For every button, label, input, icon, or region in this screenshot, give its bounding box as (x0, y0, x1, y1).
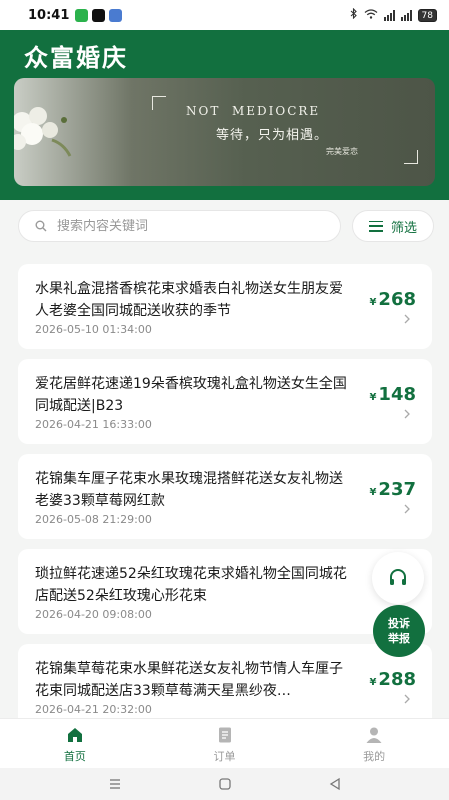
price-value: 148 (378, 384, 416, 405)
product-card[interactable]: 花锦集车厘子花束水果玫瑰混搭鲜花送女友礼物送老婆33颗草莓网红款 2026-05… (18, 454, 432, 539)
battery-indicator: 78 (417, 8, 437, 22)
product-price: ¥288 (369, 669, 416, 690)
tab-home[interactable]: 首页 (0, 719, 150, 768)
product-title: 爱花居鲜花速递19朵香槟玫瑰礼盒礼物送女生全国同城配送|B23 (35, 376, 347, 414)
banner-chinese-text: 等待，只为相遇。 (216, 128, 329, 143)
banner-bracket-top (152, 96, 166, 110)
tiktok-icon (92, 8, 106, 22)
app-notification-icon (109, 8, 123, 22)
product-card[interactable]: 琐拉鲜花速递52朵红玫瑰花束求婚礼物全国同城花店配送52朵红玫瑰心形花束 202… (18, 549, 432, 634)
search-icon (35, 220, 47, 232)
bluetooth-icon (350, 7, 358, 22)
user-icon (366, 727, 382, 743)
back-icon[interactable] (328, 777, 342, 791)
chevron-right-icon (404, 694, 410, 704)
banner-bracket-bottom (404, 150, 418, 164)
flower-bouquet-image (14, 107, 72, 157)
product-time: 2026-05-10 01:34:00 (35, 323, 152, 336)
banner-signature: 完美爱恋 (326, 147, 358, 156)
tab-home-label: 首页 (63, 750, 86, 763)
status-time: 10:41 (28, 7, 70, 23)
status-bar: 10:41 78 (0, 0, 449, 30)
filter-button[interactable]: 筛选 (352, 210, 434, 242)
banner-english-text: NOT MEDIOCRE (186, 104, 321, 118)
tab-orders[interactable]: 订单 (150, 719, 300, 768)
product-title: 水果礼盒混搭香槟花束求婚表白礼物送女生朋友爱人老婆全国同城配送收获的季节 (35, 281, 343, 319)
headset-icon (390, 569, 406, 585)
search-bar[interactable] (18, 210, 341, 242)
product-card[interactable]: 花锦集草莓花束水果鲜花送女友礼物节情人车厘子花束同城配送店33颗草莓满天星黑纱夜… (18, 644, 432, 718)
tab-profile[interactable]: 我的 (299, 719, 449, 768)
chevron-right-icon (404, 504, 410, 514)
home-icon (67, 728, 82, 742)
product-price: ¥237 (369, 479, 416, 500)
order-icon (218, 727, 231, 743)
price-currency: ¥ (369, 677, 377, 688)
app-title: 众富婚庆 (24, 44, 128, 72)
chevron-right-icon (404, 409, 410, 419)
price-currency: ¥ (369, 297, 377, 308)
product-title: 花锦集车厘子花束水果玫瑰混搭鲜花送女友礼物送老婆33颗草莓网红款 (35, 471, 343, 509)
status-notification-icons (75, 8, 123, 22)
price-currency: ¥ (369, 487, 377, 498)
report-label-line1: 投诉 (388, 617, 410, 630)
bottom-tab-bar: 首页 订单 我的 (0, 718, 449, 768)
chevron-right-icon (404, 314, 410, 324)
report-button[interactable]: 投诉 举报 (373, 605, 425, 657)
filter-label: 筛选 (390, 220, 417, 236)
signal-icon (383, 9, 395, 21)
product-card[interactable]: 水果礼盒混搭香槟花束求婚表白礼物送女生朋友爱人老婆全国同城配送收获的季节 202… (18, 264, 432, 349)
wifi-icon (364, 8, 378, 22)
signal-icon-2 (400, 9, 412, 21)
product-time: 2026-04-21 20:32:00 (35, 703, 152, 716)
system-navigation-bar (0, 768, 449, 800)
tab-orders-label: 订单 (213, 750, 236, 763)
product-time: 2026-04-20 09:08:00 (35, 608, 152, 621)
price-value: 268 (378, 289, 416, 310)
home-square-icon[interactable] (218, 777, 232, 791)
promo-banner[interactable]: NOT MEDIOCRE 等待，只为相遇。 完美爱恋 (14, 78, 435, 186)
product-price: ¥268 (369, 289, 416, 310)
price-currency: ¥ (369, 392, 377, 403)
tab-profile-label: 我的 (363, 750, 386, 763)
wechat-icon (75, 8, 89, 22)
status-right: 78 (350, 7, 437, 22)
product-card[interactable]: 爱花居鲜花速递19朵香槟玫瑰礼盒礼物送女生全国同城配送|B23 2026-04-… (18, 359, 432, 444)
price-value: 288 (378, 669, 416, 690)
product-time: 2026-05-08 21:29:00 (35, 513, 152, 526)
product-title: 花锦集草莓花束水果鲜花送女友礼物节情人车厘子花束同城配送店33颗草莓满天星黑纱夜… (35, 661, 343, 699)
product-price: ¥148 (369, 384, 416, 405)
search-input[interactable] (57, 218, 297, 234)
price-value: 237 (378, 479, 416, 500)
product-time: 2026-04-21 16:33:00 (35, 418, 152, 431)
customer-service-button[interactable] (372, 552, 424, 604)
menu-icon[interactable] (108, 777, 122, 791)
filter-icon (368, 220, 383, 232)
product-title: 琐拉鲜花速递52朵红玫瑰花束求婚礼物全国同城花店配送52朵红玫瑰心形花束 (35, 566, 347, 604)
report-label-line2: 举报 (388, 632, 410, 645)
